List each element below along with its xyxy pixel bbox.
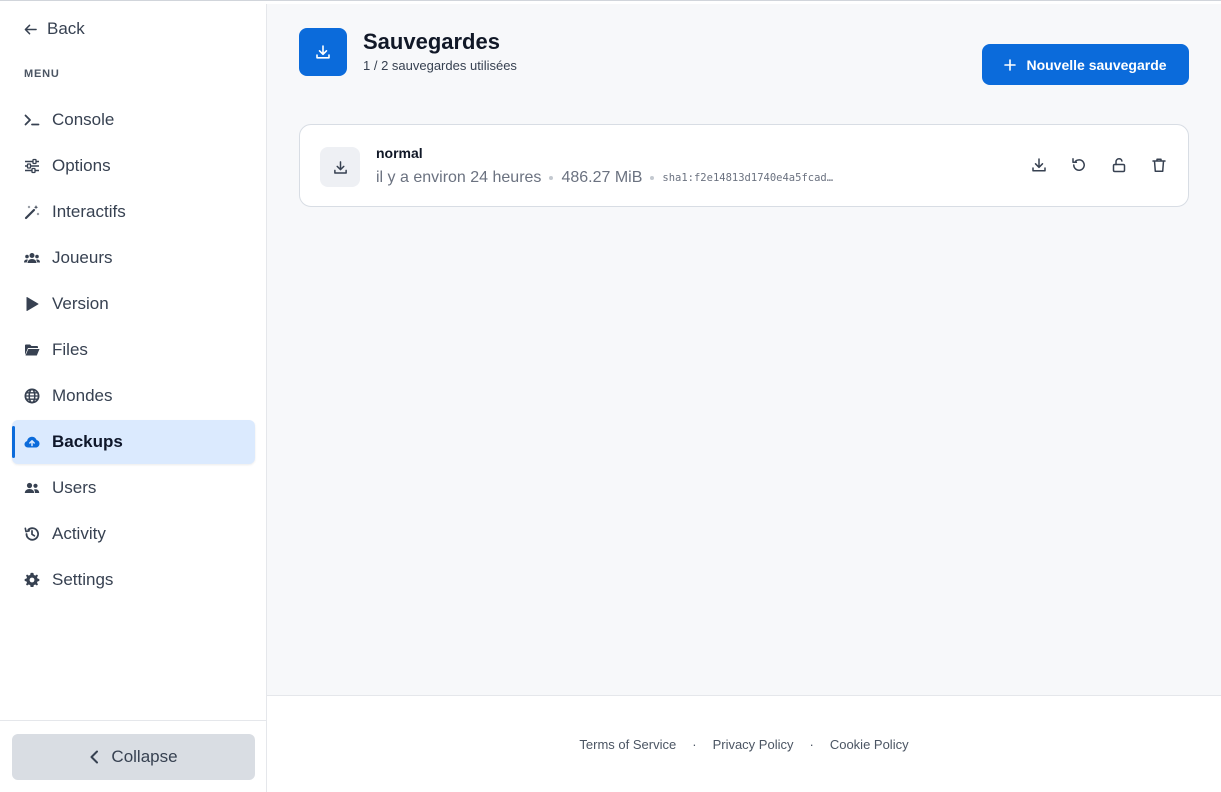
- privacy-link[interactable]: Privacy Policy: [713, 737, 794, 752]
- footer: Terms of Service · Privacy Policy · Cook…: [267, 695, 1221, 792]
- back-label: Back: [47, 19, 85, 38]
- sidebar-item-users[interactable]: Users: [12, 466, 255, 510]
- backup-usage-count: 1 / 2 sauvegardes utilisées: [363, 58, 517, 73]
- gear-icon: [24, 572, 40, 588]
- download-backup-button[interactable]: [1030, 156, 1048, 174]
- footer-separator: ·: [692, 736, 697, 752]
- restore-icon: [1072, 158, 1085, 171]
- arrow-left-icon: [24, 24, 37, 34]
- sidebar-item-version[interactable]: Version: [12, 282, 255, 326]
- chevron-left-icon: [90, 750, 99, 764]
- magic-wand-icon: [24, 204, 40, 220]
- users-icon: [24, 480, 40, 496]
- backup-hash: sha1:f2e14813d1740e4a5fcad…: [662, 172, 834, 184]
- sidebar-item-label: Files: [52, 340, 88, 359]
- terminal-icon: [24, 112, 40, 128]
- folder-icon: [24, 342, 40, 358]
- sidebar-item-options[interactable]: Options: [12, 144, 255, 188]
- delete-backup-button[interactable]: [1150, 156, 1168, 174]
- sidebar-item-label: Console: [52, 110, 115, 129]
- sidebar-item-settings[interactable]: Settings: [12, 558, 255, 602]
- back-link[interactable]: Back: [24, 18, 85, 40]
- sidebar-nav: Console Options Interactifs Joueurs Vers…: [12, 98, 255, 604]
- sidebar-divider: [0, 720, 266, 721]
- sidebar-item-console[interactable]: Console: [12, 98, 255, 142]
- new-backup-button[interactable]: Nouvelle sauvegarde: [982, 44, 1189, 85]
- sidebar-item-label: Options: [52, 156, 111, 175]
- sidebar-item-interactifs[interactable]: Interactifs: [12, 190, 255, 234]
- globe-icon: [24, 388, 40, 404]
- plus-icon: [1004, 58, 1017, 71]
- sidebar-item-activity[interactable]: Activity: [12, 512, 255, 556]
- sidebar-item-label: Backups: [52, 432, 123, 451]
- separator-dot: [549, 176, 554, 180]
- sidebar-item-label: Activity: [52, 524, 106, 543]
- sidebar: Back MENU Console Options Interactifs Jo…: [0, 4, 267, 792]
- footer-separator: ·: [809, 736, 814, 752]
- page-title: Sauvegardes: [363, 29, 500, 54]
- backup-header-icon: [299, 28, 347, 76]
- history-icon: [24, 526, 40, 542]
- backup-size: 486.27 MiB: [561, 169, 643, 186]
- sidebar-item-joueurs[interactable]: Joueurs: [12, 236, 255, 280]
- download-icon: [316, 45, 330, 59]
- terms-link[interactable]: Terms of Service: [579, 737, 676, 752]
- sidebar-item-label: Settings: [52, 570, 114, 589]
- backup-name: normal: [376, 145, 423, 161]
- backup-card: normal il y a environ 24 heures 486.27 M…: [299, 124, 1189, 207]
- sidebar-item-backups[interactable]: Backups: [12, 420, 255, 464]
- sidebar-item-mondes[interactable]: Mondes: [12, 374, 255, 418]
- download-icon: [1032, 158, 1046, 172]
- players-icon: [24, 250, 40, 266]
- trash-icon: [1152, 158, 1166, 173]
- sidebar-item-label: Users: [52, 478, 97, 497]
- collapse-button[interactable]: Collapse: [12, 734, 255, 780]
- separator-dot: [650, 176, 655, 180]
- download-icon: [333, 160, 347, 174]
- lock-backup-button[interactable]: [1110, 156, 1128, 174]
- new-backup-label: Nouvelle sauvegarde: [1026, 56, 1167, 73]
- backup-file-icon: [320, 147, 360, 187]
- backup-meta: il y a environ 24 heures 486.27 MiB sha1…: [376, 169, 833, 187]
- main-content: Sauvegardes 1 / 2 sauvegardes utilisées …: [267, 4, 1221, 695]
- cloud-upload-icon: [24, 434, 40, 450]
- cookie-link[interactable]: Cookie Policy: [830, 737, 909, 752]
- sidebar-item-label: Mondes: [52, 386, 113, 405]
- sidebar-item-label: Interactifs: [52, 202, 126, 221]
- sliders-icon: [24, 158, 40, 174]
- play-icon: [24, 296, 40, 312]
- restore-backup-button[interactable]: [1070, 156, 1088, 174]
- unlock-icon: [1112, 158, 1126, 173]
- backup-date: il y a environ 24 heures: [376, 169, 542, 186]
- backup-actions: [1030, 156, 1168, 174]
- sidebar-item-label: Version: [52, 294, 109, 313]
- sidebar-item-label: Joueurs: [52, 248, 113, 267]
- menu-heading: MENU: [24, 68, 60, 80]
- sidebar-item-files[interactable]: Files: [12, 328, 255, 372]
- collapse-label: Collapse: [111, 747, 178, 766]
